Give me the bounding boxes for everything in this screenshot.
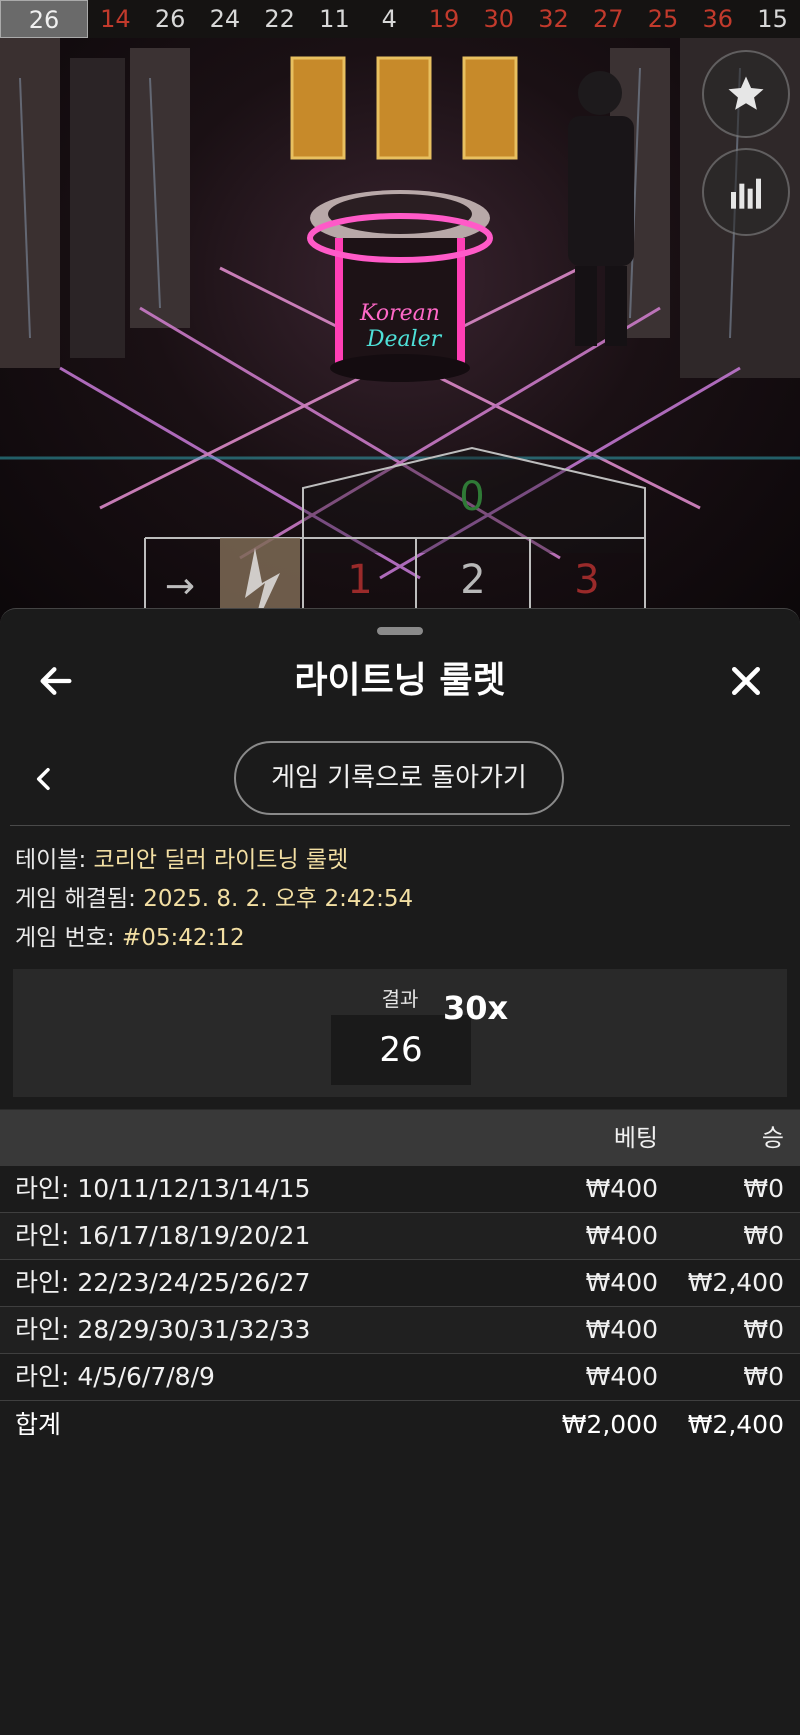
column-header-win: 승 (761, 1124, 784, 1152)
studio-scene: Korean Dealer → 0 1 2 3 (0, 38, 800, 638)
bets-table: 베팅 승 라인: 10/11/12/13/14/15 ₩400 ₩0 라인: 1… (0, 1109, 800, 1449)
history-number: 15 (757, 5, 788, 33)
game-details-sheet: 라이트닝 룰렛 게임 기록으로 돌아가기 테이블: 코리안 딜러 라이트닝 룰렛… (0, 608, 800, 1735)
win-amount: ₩0 (743, 1221, 784, 1250)
win-amount: ₩0 (743, 1174, 784, 1203)
roulette-podium (307, 190, 493, 382)
lightning-multiplier: 30x (443, 989, 509, 1027)
win-amount: ₩0 (743, 1315, 784, 1344)
neon-sign-line2: Dealer (366, 327, 443, 352)
history-number: 24 (209, 5, 241, 33)
info-number-row: 게임 번호: #05:42:12 (15, 919, 413, 958)
back-to-history-button[interactable]: 게임 기록으로 돌아가기 (234, 741, 564, 815)
svg-text:→: → (165, 566, 195, 607)
info-table-value: 코리안 딜러 라이트닝 룰렛 (93, 847, 349, 873)
total-win: ₩2,400 (687, 1410, 784, 1439)
total-bet: ₩2,000 (561, 1410, 658, 1439)
history-number: 36 (702, 5, 734, 33)
result-label: 결과 (381, 987, 419, 1011)
game-info: 테이블: 코리안 딜러 라이트닝 룰렛 게임 해결됨: 2025. 8. 2. … (15, 841, 413, 958)
bet-label: 라인: 4/5/6/7/8/9 (15, 1362, 215, 1391)
info-table-label: 테이블: (15, 847, 87, 873)
result-panel: 결과 26 30x (13, 969, 787, 1097)
history-nav: 게임 기록으로 돌아가기 (0, 739, 800, 819)
bet-label: 라인: 16/17/18/19/20/21 (15, 1221, 311, 1250)
info-resolved-row: 게임 해결됨: 2025. 8. 2. 오후 2:42:54 (15, 880, 413, 919)
bet-label: 라인: 22/23/24/25/26/27 (15, 1268, 311, 1297)
statistics-button[interactable] (702, 148, 790, 236)
table-row: 라인: 28/29/30/31/32/33 ₩400 ₩0 (0, 1307, 800, 1354)
info-resolved-value: 2025. 8. 2. 오후 2:42:54 (143, 886, 414, 912)
bar-chart-icon (731, 178, 761, 209)
favorite-button[interactable] (702, 50, 790, 138)
star-icon (728, 76, 764, 110)
table-row: 라인: 4/5/6/7/8/9 ₩400 ₩0 (0, 1354, 800, 1401)
bet-amount: ₩400 (585, 1362, 658, 1391)
sheet-header: 라이트닝 룰렛 (0, 649, 800, 713)
history-number: 11 (319, 5, 350, 33)
history-number: 4 (381, 5, 397, 33)
bet-amount: ₩400 (585, 1315, 658, 1344)
board-number-1: 1 (347, 557, 372, 603)
table-row: 라인: 22/23/24/25/26/27 ₩400 ₩2,400 (0, 1260, 800, 1307)
page-title: 라이트닝 룰렛 (294, 660, 506, 701)
board-number-2: 2 (460, 557, 485, 603)
column-header-bet: 베팅 (613, 1124, 658, 1152)
history-number: 26 (154, 5, 186, 33)
table-row: 라인: 16/17/18/19/20/21 ₩400 ₩0 (0, 1213, 800, 1260)
history-number: 22 (264, 5, 295, 33)
bet-amount: ₩400 (585, 1174, 658, 1203)
neon-sign-line1: Korean (359, 301, 440, 326)
board-zero: 0 (459, 474, 484, 520)
table-row: 라인: 10/11/12/13/14/15 ₩400 ₩0 (0, 1166, 800, 1213)
chevron-left-icon[interactable] (28, 761, 60, 797)
result-history-bar: 26 14 26 24 22 11 4 19 30 32 27 25 36 15 (0, 0, 800, 38)
sheet-drag-handle[interactable] (377, 627, 423, 635)
divider (10, 825, 790, 826)
history-number: 27 (593, 5, 624, 33)
bet-amount: ₩400 (585, 1221, 658, 1250)
win-amount: ₩2,400 (687, 1268, 784, 1297)
win-amount: ₩0 (743, 1362, 784, 1391)
info-number-value: #05:42:12 (122, 925, 245, 951)
bet-amount: ₩400 (585, 1268, 658, 1297)
board-number-3: 3 (574, 557, 599, 603)
history-number: 32 (538, 5, 569, 33)
table-header: 베팅 승 (0, 1109, 800, 1166)
bet-label: 라인: 28/29/30/31/32/33 (15, 1315, 311, 1344)
table-total-row: 합계 ₩2,000 ₩2,400 (0, 1401, 800, 1449)
info-resolved-label: 게임 해결됨: (15, 886, 136, 912)
hanging-lanterns (290, 56, 518, 160)
info-table-row: 테이블: 코리안 딜러 라이트닝 룰렛 (15, 841, 413, 880)
bet-label: 라인: 10/11/12/13/14/15 (15, 1174, 311, 1203)
left-pillars (0, 38, 190, 368)
history-number: 25 (647, 5, 679, 33)
history-current-number: 26 (0, 0, 88, 38)
close-icon[interactable] (726, 661, 766, 701)
info-number-label: 게임 번호: (15, 925, 115, 951)
live-video-feed: Korean Dealer → 0 1 2 3 (0, 38, 800, 638)
total-label: 합계 (15, 1410, 62, 1439)
history-number: 19 (428, 5, 460, 33)
history-number: 14 (100, 5, 131, 33)
history-number: 30 (483, 5, 515, 33)
